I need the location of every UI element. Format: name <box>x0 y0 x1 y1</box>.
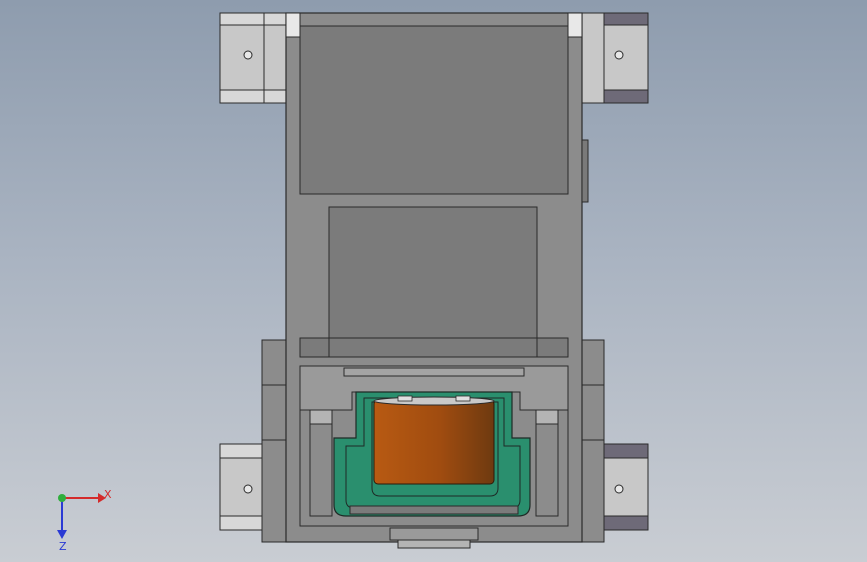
x-axis-label: X <box>104 488 112 501</box>
bolt-hole-bottom-left <box>243 484 253 494</box>
z-axis-arrow <box>57 530 67 539</box>
bolt-hole-top-right <box>614 50 624 60</box>
bolt-hole-top-left <box>243 50 253 60</box>
cad-model-section-view[interactable] <box>0 0 867 562</box>
middle-panel[interactable] <box>299 206 569 358</box>
bracket-bottom-right[interactable] <box>603 443 649 531</box>
bracket-bottom-left[interactable] <box>219 443 263 531</box>
copper-coil[interactable] <box>373 395 495 485</box>
graphics-viewport[interactable]: X Z <box>0 0 867 562</box>
bracket-top-right[interactable] <box>581 12 649 104</box>
bolt-hole-bottom-right <box>614 484 624 494</box>
bracket-top-left[interactable] <box>219 12 287 104</box>
upper-panel[interactable] <box>299 25 569 195</box>
lower-side-block-left[interactable] <box>261 339 287 543</box>
z-axis-label: Z <box>59 540 67 553</box>
y-axis-dot <box>58 494 66 502</box>
lower-side-block-right[interactable] <box>581 339 605 543</box>
reference-triad: X Z <box>57 488 112 553</box>
